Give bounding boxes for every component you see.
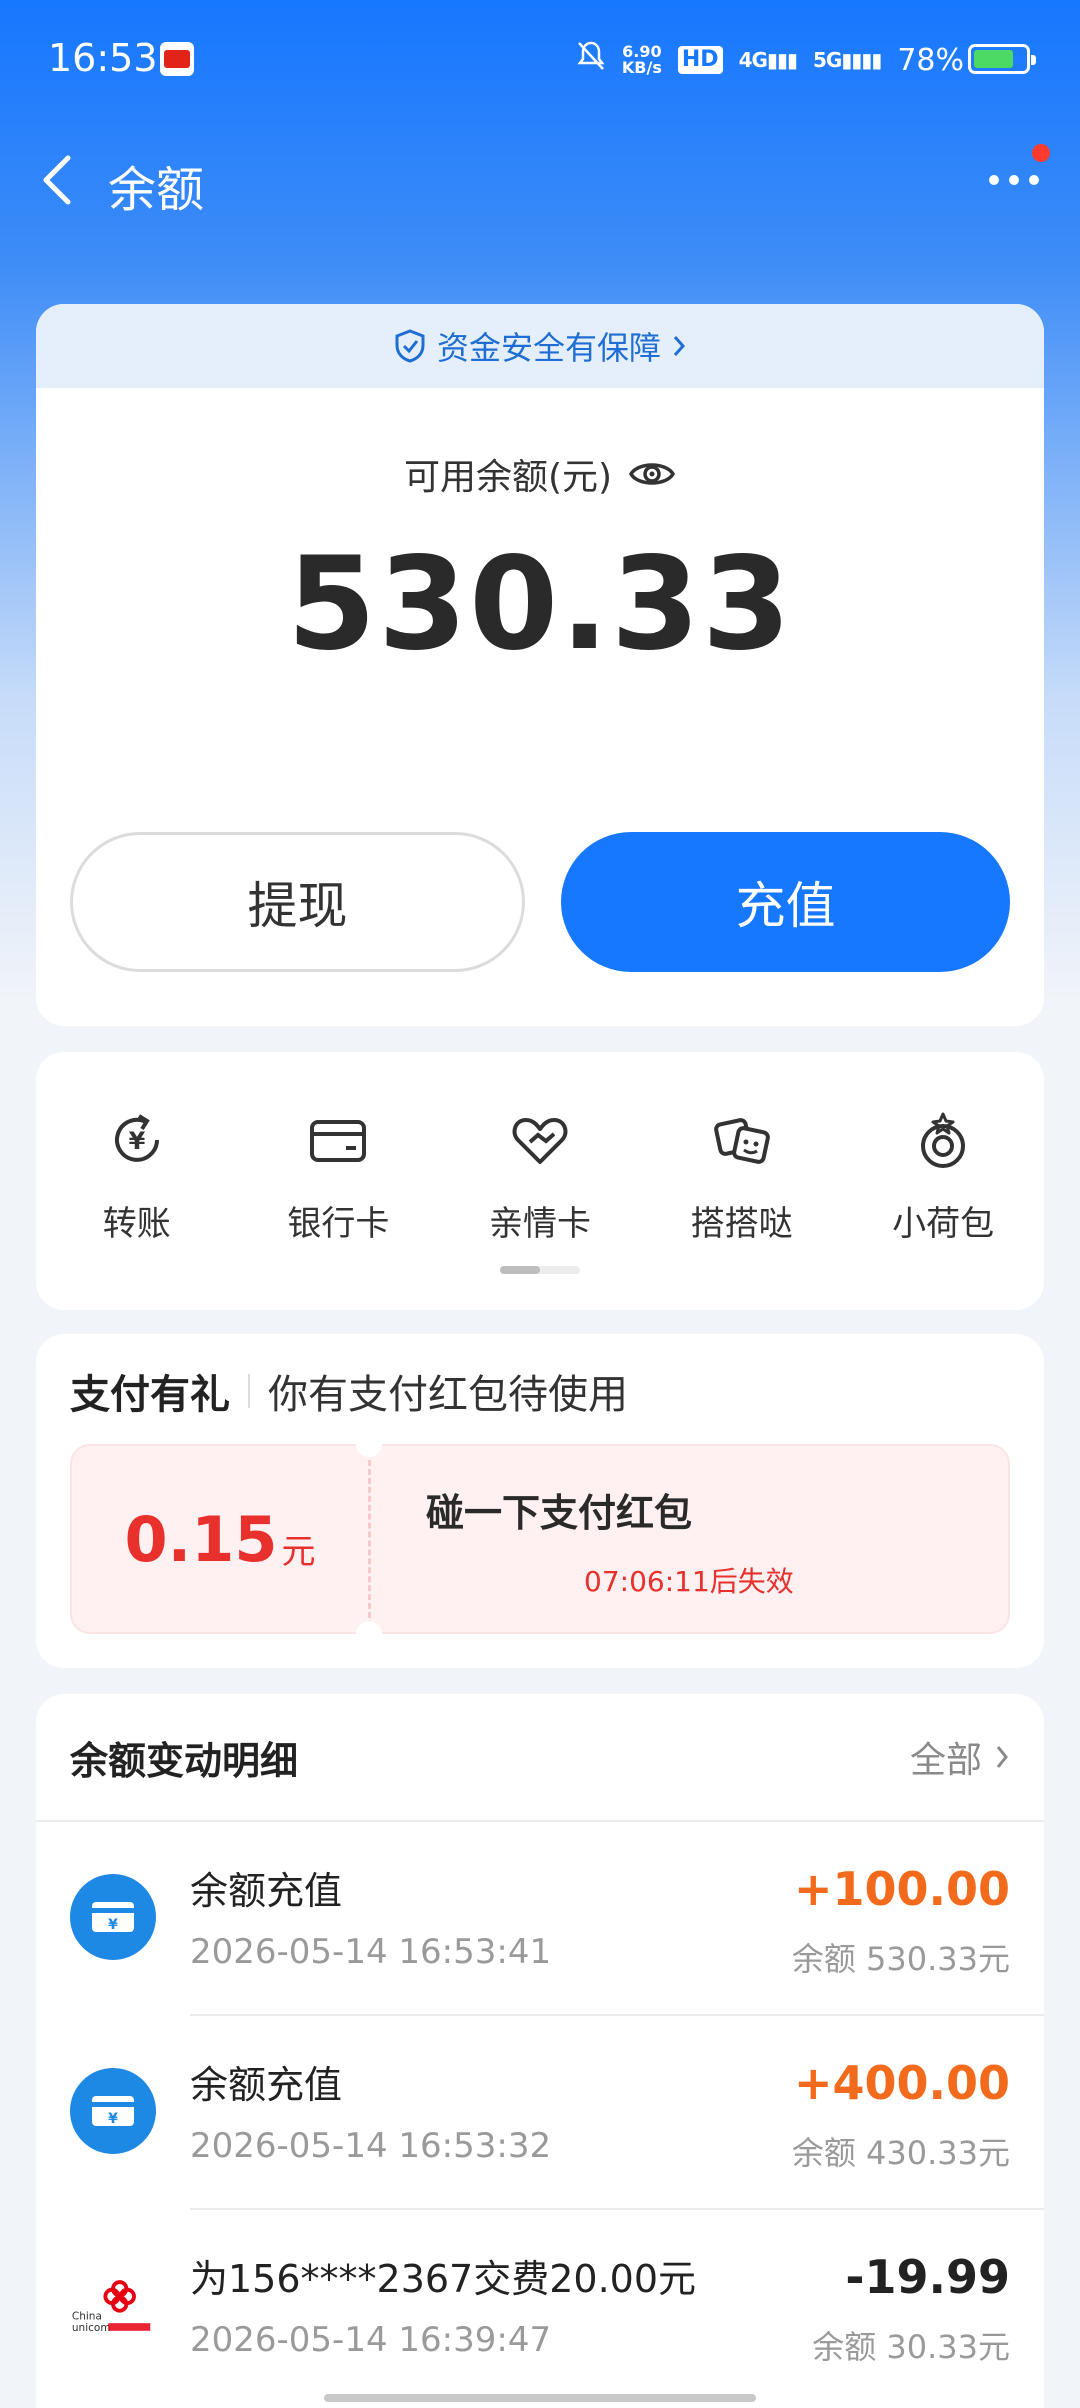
quick-item-label: 银行卡 [287,1204,390,1244]
quick-menu: ¥ 转账 银行卡 亲情卡 搭搭哒 小荷包 [36,1052,1044,1310]
svg-text:China: China [72,2310,102,2322]
transaction-balance: 余额 430.33元 [791,2134,1010,2172]
chevron-left-icon [43,155,71,205]
balance-actions: 提现 充值 [70,832,1010,972]
more-dots-icon [989,175,1039,185]
transaction-time: 2026-05-14 16:39:47 [190,2320,552,2360]
transaction-amount: -19.99 [845,2250,1010,2304]
purse-icon [921,1112,966,1168]
view-all-link[interactable]: 全部 [910,1731,1010,1783]
china-unicom-logo-icon: China unicom [70,2262,156,2348]
coupon-name: 碰一下支付红包 [426,1491,693,1535]
coupon-value: 0.15 元 [72,1446,368,1632]
notification-dot [1032,144,1050,162]
shield-check-icon [395,329,425,363]
dadada-icon [713,1118,770,1164]
balance-amount: 530.33 [287,530,793,679]
list-item[interactable]: ¥ 余额充值 2026-05-14 16:53:41 +100.00 余额 53… [36,1822,1044,2016]
chevron-right-icon [996,1746,1008,1768]
status-time: 16:53 [48,36,158,80]
chevron-right-icon [673,336,686,356]
details-title: 余额变动明细 [70,1738,299,1783]
quick-item-label: 转账 [102,1204,171,1244]
battery-percent: 78% [897,42,964,78]
battery-icon [968,44,1036,74]
signal-5g-label: 5G [812,48,842,72]
fund-safety-banner[interactable]: 资金安全有保障 [36,304,1044,388]
transaction-time: 2026-05-14 16:53:41 [190,1932,552,1972]
net-speed-unit: KB/s [621,58,662,77]
bank-card-icon [310,1120,367,1162]
svg-text:¥: ¥ [108,2111,118,2127]
transaction-time: 2026-05-14 16:53:32 [190,2126,552,2166]
coupon-unit: 元 [281,1531,316,1572]
quick-item-label: 搭搭哒 [690,1204,793,1244]
quick-item-transfer[interactable]: ¥ 转账 [36,1108,238,1245]
menu-page-indicator [500,1266,580,1274]
status-bar: 16:53 6.90 KB/s HD 4G▮▮▮ 5G▮▮▮▮ 78% [0,0,1080,120]
coupon-dashed-divider [368,1460,371,1618]
transaction-amount: +100.00 [793,1862,1010,1916]
hd-badge: HD [677,46,723,74]
transaction-balance: 余额 530.33元 [791,1940,1010,1978]
status-indicators: 6.90 KB/s HD 4G▮▮▮ 5G▮▮▮▮ 78% [576,40,964,80]
coupon-expire-countdown: 07:06:11后失效 [584,1565,794,1598]
gift-header: 支付有礼 你有支付红包待使用 [70,1362,628,1420]
nav-bar: 余额 [0,120,1080,240]
transaction-name: 为156****2367交费20.00元 [190,2257,697,2301]
transaction-amount: +400.00 [793,2056,1010,2110]
coupon-notch-bottom [356,1621,382,1647]
coupon-amount: 0.15 [124,1502,278,1576]
list-item[interactable]: ¥ 余额充值 2026-05-14 16:53:32 +400.00 余额 43… [36,2016,1044,2210]
mute-bell-icon [576,40,606,80]
transaction-name: 余额充值 [190,2063,343,2107]
gift-title: 支付有礼 [70,1372,230,1418]
recharge-button[interactable]: 充值 [561,832,1010,972]
quick-item-bank-card[interactable]: 银行卡 [238,1108,440,1245]
battery-level-fill [974,50,1013,68]
transaction-name: 余额充值 [190,1869,343,1913]
available-balance-label-text: 可用余额(元) [403,457,613,498]
gift-divider [248,1374,250,1408]
red-packet-coupon[interactable]: 0.15 元 碰一下支付红包 07:06:11后失效 [70,1431,1010,1647]
recharge-card-icon: ¥ [70,1874,156,1960]
available-balance-label: 可用余额(元) [36,448,1044,500]
eye-icon[interactable] [628,456,676,492]
svg-text:¥: ¥ [128,1127,145,1155]
details-header: 余额变动明细 全部 [36,1694,1044,1822]
transaction-balance: 余额 30.33元 [812,2328,1010,2366]
fund-safety-text: 资金安全有保障 [436,329,661,367]
payment-gift-card: 支付有礼 你有支付红包待使用 0.15 元 碰一下支付红包 07:06:11后失… [36,1334,1044,1668]
svg-text:¥: ¥ [108,1917,118,1933]
balance-card: 资金安全有保障 可用余额(元) 530.33 提现 充值 [36,304,1044,1026]
quick-item-label: 亲情卡 [488,1204,591,1244]
view-all-label: 全部 [909,1740,982,1781]
coupon-notch-top [356,1431,382,1457]
withdraw-button[interactable]: 提现 [70,832,525,972]
quick-item-family-card[interactable]: 亲情卡 [439,1108,641,1245]
notification-app-icon [160,42,194,76]
signal-4g-label: 4G [738,48,768,72]
balance-details: 余额变动明细 全部 ¥ 余额充值 2026-05-14 16:53:41 +10… [36,1694,1044,2408]
list-item[interactable]: China unicom 为156****2367交费20.00元 2026-0… [36,2210,1044,2404]
family-card-icon [512,1118,568,1164]
quick-item-dadada[interactable]: 搭搭哒 [641,1108,843,1245]
signal-5g: 5G▮▮▮▮ [812,48,882,72]
quick-item-purse[interactable]: 小荷包 [842,1108,1044,1245]
quick-item-label: 小荷包 [892,1204,995,1244]
recharge-card-icon: ¥ [70,2068,156,2154]
back-button[interactable] [36,150,86,210]
network-speed: 6.90 KB/s [622,44,662,76]
page-title: 余额 [108,162,205,218]
signal-4g: 4G▮▮▮ [738,48,798,72]
gift-subtitle: 你有支付红包待使用 [268,1372,628,1418]
svg-text:unicom: unicom [72,2322,111,2334]
more-button[interactable] [984,168,1044,192]
transfer-icon: ¥ [114,1114,159,1162]
home-indicator[interactable] [324,2394,756,2402]
